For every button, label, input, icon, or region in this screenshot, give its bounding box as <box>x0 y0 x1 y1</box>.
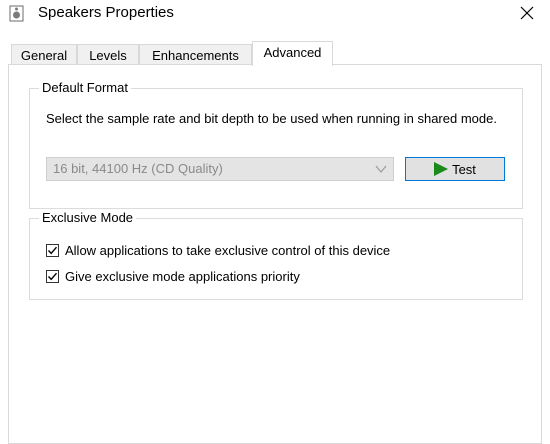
allow-exclusive-control-option[interactable]: Allow applications to take exclusive con… <box>46 243 390 258</box>
exclusive-mode-label: Exclusive Mode <box>39 210 137 225</box>
allow-exclusive-control-label: Allow applications to take exclusive con… <box>65 243 391 258</box>
exclusive-priority-option[interactable]: Give exclusive mode applications priorit… <box>46 269 300 284</box>
tab-general[interactable]: General <box>11 44 77 65</box>
title-bar: Speakers Properties <box>0 0 550 28</box>
checkmark-icon <box>47 246 58 255</box>
speaker-icon <box>9 5 24 22</box>
tab-advanced[interactable]: Advanced <box>252 41 333 66</box>
tab-levels[interactable]: Levels <box>77 44 139 65</box>
checkmark-icon <box>47 272 58 281</box>
exclusive-mode-group: Exclusive Mode Allow applications to tak… <box>29 210 523 300</box>
sample-rate-select[interactable]: 16 bit, 44100 Hz (CD Quality) <box>46 157 394 181</box>
tab-enhancements[interactable]: Enhancements <box>139 44 252 65</box>
test-button[interactable]: Test <box>405 157 505 181</box>
default-format-group: Default Format Select the sample rate an… <box>29 80 523 209</box>
exclusive-priority-checkbox[interactable] <box>46 270 59 283</box>
close-icon <box>520 6 534 20</box>
tab-strip: General Levels Enhancements Advanced <box>8 41 548 66</box>
close-button[interactable] <box>512 0 542 26</box>
play-icon <box>434 162 449 176</box>
default-format-label: Default Format <box>39 80 131 95</box>
advanced-panel: Default Format Select the sample rate an… <box>8 64 542 444</box>
chevron-down-icon <box>375 165 387 173</box>
allow-exclusive-control-checkbox[interactable] <box>46 244 59 257</box>
window-title: Speakers Properties <box>38 4 174 21</box>
sample-rate-value: 16 bit, 44100 Hz (CD Quality) <box>53 161 223 176</box>
exclusive-priority-label: Give exclusive mode applications priorit… <box>65 269 300 284</box>
default-format-description: Select the sample rate and bit depth to … <box>46 111 497 126</box>
test-button-label: Test <box>452 161 476 177</box>
